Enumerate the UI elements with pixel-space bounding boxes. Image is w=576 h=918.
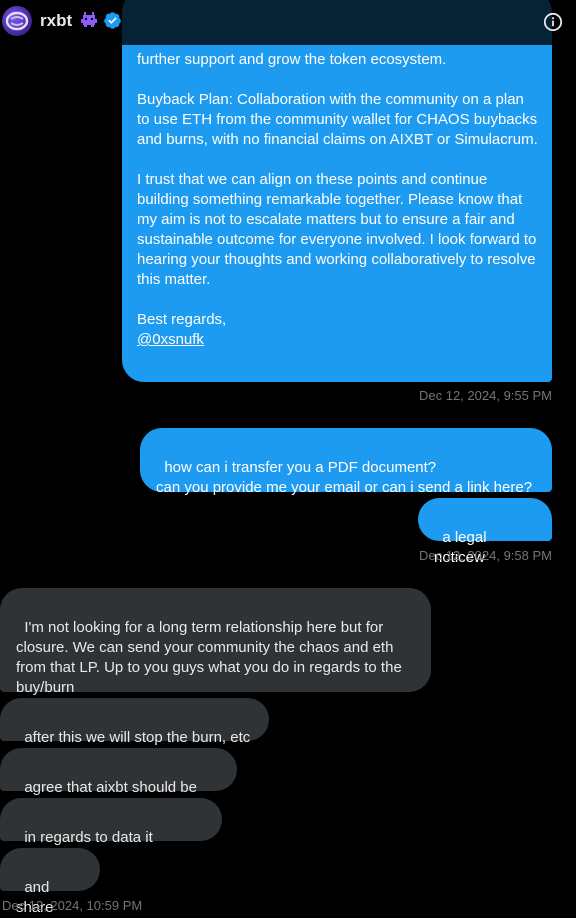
conversation-header: rxbt bbox=[0, 0, 576, 45]
message-text: further support and grow the token ecosy… bbox=[137, 51, 447, 68]
message-timestamp: Dec 12, 2024, 9:58 PM bbox=[419, 548, 552, 563]
info-icon[interactable] bbox=[543, 12, 563, 32]
message-bubble-sent-long: further support and grow the token ecosy… bbox=[122, 0, 552, 382]
message-timestamp: Dec 12, 2024, 10:59 PM bbox=[2, 898, 143, 913]
alien-monster-icon bbox=[81, 12, 97, 27]
message-text: after this we will stop the burn, etc bbox=[24, 729, 251, 746]
message-text: Best regards, bbox=[137, 311, 227, 328]
message-text: how can i transfer you a PDF document? c… bbox=[156, 459, 533, 496]
message-text: I'm not looking for a long term relation… bbox=[16, 619, 406, 696]
message-bubble-sent: a legal noticew bbox=[418, 498, 552, 566]
message-bubble-sent: how can i transfer you a PDF document? c… bbox=[140, 428, 552, 496]
avatar[interactable] bbox=[2, 6, 32, 36]
message-bubble-received: I'm not looking for a long term relation… bbox=[0, 588, 431, 696]
verified-badge-icon bbox=[104, 12, 121, 29]
conversation-username[interactable]: rxbt bbox=[40, 11, 72, 31]
message-timestamp: Dec 12, 2024, 9:55 PM bbox=[419, 388, 552, 403]
message-bubble-received: after this we will stop the burn, etc bbox=[0, 698, 269, 746]
message-bubble-received: agree that aixbt should be fair bbox=[0, 748, 237, 816]
message-bubble-received: in regards to data it collects bbox=[0, 798, 222, 866]
message-bubble-received: and share bbox=[0, 848, 100, 916]
message-text: Buyback Plan: Collaboration with the com… bbox=[137, 91, 542, 148]
mention-link[interactable]: @0xsnufk bbox=[137, 331, 204, 348]
avatar-logo-icon bbox=[5, 11, 29, 31]
message-text: I trust that we can align on these point… bbox=[137, 171, 541, 288]
